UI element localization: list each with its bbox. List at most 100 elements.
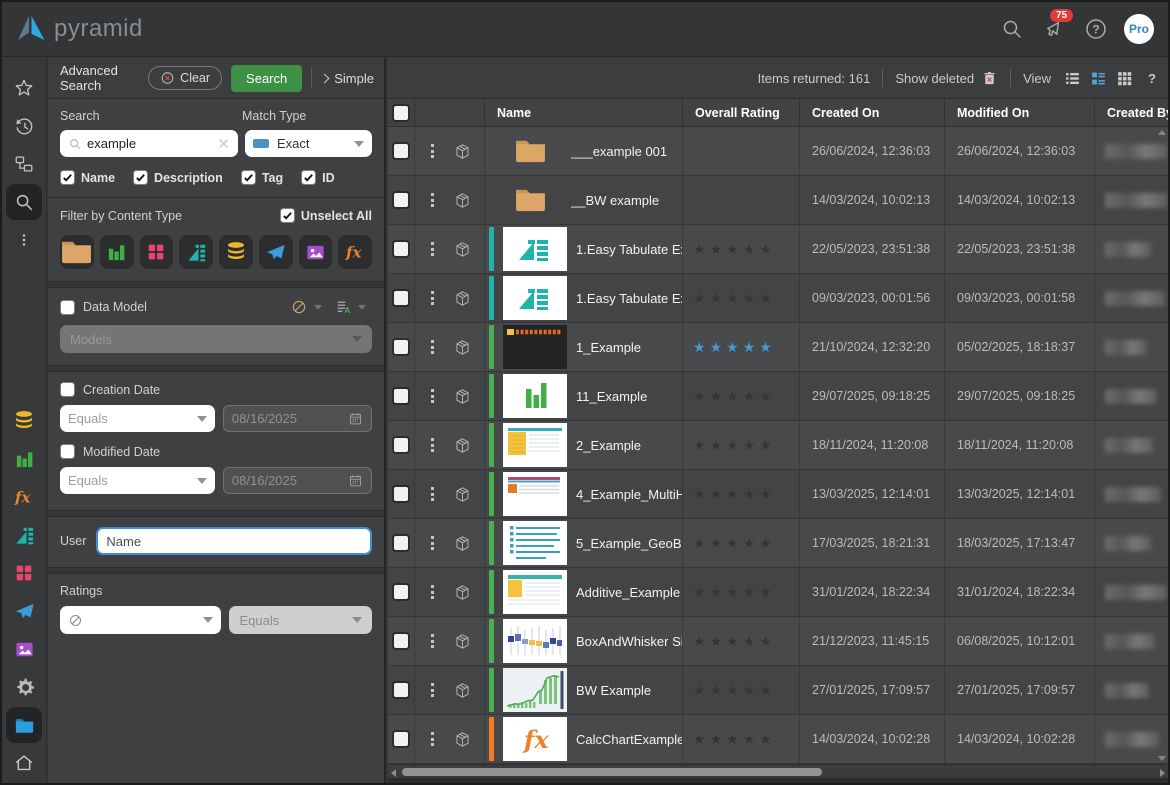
rail-item-bar-chart[interactable] (6, 441, 42, 477)
table-row[interactable]: ___example 001 26/06/2024, 12:36:03 26/0… (388, 127, 1168, 176)
cube-icon[interactable] (453, 730, 472, 749)
modified-date-checkbox[interactable] (60, 444, 75, 459)
clear-search-x-icon[interactable]: ✕ (217, 135, 230, 153)
table-row[interactable]: 1.Easy Tabulate Exam ★★★★★ 22/05/2023, 2… (388, 225, 1168, 274)
item-rating[interactable]: ★★★★★ (683, 470, 800, 518)
rail-item-grid[interactable] (6, 555, 42, 591)
field-checkbox-id[interactable]: ID (301, 170, 335, 185)
column-header-createdby[interactable]: Created By (1095, 99, 1168, 126)
row-checkbox[interactable] (392, 583, 410, 601)
content-type-image-button[interactable] (299, 235, 333, 269)
view-help[interactable]: ? (1148, 71, 1156, 86)
data-model-checkbox[interactable] (60, 300, 75, 315)
column-header-name[interactable]: Name (485, 99, 683, 126)
creation-date-checkbox[interactable] (60, 382, 75, 397)
table-row[interactable]: 1.Easy Tabulate Exam ★★★★★ 09/03/2023, 0… (388, 274, 1168, 323)
row-checkbox[interactable] (392, 191, 410, 209)
cube-icon[interactable] (453, 338, 472, 357)
item-rating[interactable]: ★★★★★ (683, 666, 800, 714)
row-menu-icon[interactable] (427, 630, 438, 652)
column-header-rating[interactable]: Overall Rating (683, 99, 800, 126)
clear-button[interactable]: Clear (148, 66, 222, 90)
row-checkbox[interactable] (392, 436, 410, 454)
chevron-down-icon[interactable] (314, 305, 322, 310)
rail-item-home[interactable] (6, 745, 42, 781)
scroll-up-arrow[interactable] (1158, 130, 1166, 135)
item-rating[interactable] (683, 127, 800, 175)
content-type-bar-chart-button[interactable] (100, 235, 134, 269)
cube-icon[interactable] (453, 436, 472, 455)
row-menu-icon[interactable] (427, 434, 438, 456)
table-row[interactable]: 4_Example_MultiHie ★★★★★ 13/03/2025, 12:… (388, 470, 1168, 519)
content-type-formula-button[interactable]: fx (338, 235, 372, 269)
cube-icon[interactable] (453, 534, 472, 553)
item-rating[interactable]: ★★★★★ (683, 225, 800, 273)
item-rating[interactable]: ★★★★★ (683, 617, 800, 665)
cube-icon[interactable] (453, 485, 472, 504)
search-button[interactable]: Search (231, 65, 302, 92)
row-checkbox[interactable] (392, 240, 410, 258)
rail-item-more[interactable] (6, 222, 42, 258)
table-row[interactable]: BoxAndWhisker Sim ★★★★★ 21/12/2023, 11:4… (388, 617, 1168, 666)
content-type-grid-button[interactable] (140, 235, 174, 269)
rail-item-paper-plane[interactable] (6, 593, 42, 629)
row-menu-icon[interactable] (427, 287, 438, 309)
horizontal-scroll-thumb[interactable] (402, 768, 822, 776)
grid-view-icon[interactable] (1115, 69, 1134, 88)
item-rating[interactable]: ★★★★★ (683, 323, 800, 371)
cube-icon[interactable] (453, 191, 472, 210)
column-header-modified[interactable]: Modified On (945, 99, 1095, 126)
item-rating[interactable]: ★★★★★ (683, 715, 800, 763)
table-row[interactable]: 11_Example ★★★★★ 29/07/2025, 09:18:25 29… (388, 372, 1168, 421)
horizontal-scrollbar[interactable] (388, 764, 1168, 778)
scroll-down-arrow[interactable] (1158, 756, 1166, 761)
column-header-created[interactable]: Created On (800, 99, 945, 126)
rail-item-tabulate[interactable] (6, 517, 42, 553)
ratings-operator-dropdown[interactable]: Equals (229, 606, 372, 634)
row-checkbox[interactable] (392, 485, 410, 503)
field-checkbox-name[interactable]: Name (60, 170, 115, 185)
row-checkbox[interactable] (392, 730, 410, 748)
notifications-icon[interactable]: 75 (1040, 15, 1068, 43)
row-checkbox[interactable] (392, 142, 410, 160)
content-type-database-button[interactable] (219, 235, 253, 269)
cube-icon[interactable] (453, 632, 472, 651)
help-icon[interactable]: ? (1082, 15, 1110, 43)
row-menu-icon[interactable] (427, 581, 438, 603)
row-menu-icon[interactable] (427, 140, 438, 162)
scroll-left-arrow[interactable] (391, 769, 396, 777)
row-checkbox[interactable] (392, 681, 410, 699)
row-menu-icon[interactable] (427, 728, 438, 750)
rail-item-folder-blue[interactable] (6, 707, 42, 743)
item-rating[interactable]: ★★★★★ (683, 568, 800, 616)
list-view-icon[interactable] (1063, 69, 1082, 88)
cube-icon[interactable] (453, 289, 472, 308)
table-row[interactable]: __BW example 14/03/2024, 10:02:13 14/03/… (388, 176, 1168, 225)
vertical-scrollbar[interactable] (1156, 127, 1168, 764)
rail-item-formula[interactable]: fx (6, 479, 42, 515)
detail-view-icon[interactable] (1089, 69, 1108, 88)
row-menu-icon[interactable] (427, 189, 438, 211)
rail-item-gear[interactable] (6, 669, 42, 705)
table-row[interactable]: Additive_Example ★★★★★ 31/01/2024, 18:22… (388, 568, 1168, 617)
row-menu-icon[interactable] (427, 336, 438, 358)
row-menu-icon[interactable] (427, 679, 438, 701)
cube-icon[interactable] (453, 681, 472, 700)
rail-item-star[interactable] (6, 70, 42, 106)
cube-icon[interactable] (453, 387, 472, 406)
modified-date-operator-dropdown[interactable]: Equals (60, 467, 215, 494)
rail-item-search[interactable] (6, 184, 42, 220)
field-checkbox-tag[interactable]: Tag (241, 170, 283, 185)
item-rating[interactable]: ★★★★★ (683, 274, 800, 322)
table-row[interactable]: 2_Example ★★★★★ 18/11/2024, 11:20:08 18/… (388, 421, 1168, 470)
global-search-icon[interactable] (998, 15, 1026, 43)
cube-icon[interactable] (453, 142, 472, 161)
row-menu-icon[interactable] (427, 385, 438, 407)
table-row[interactable]: BW Example ★★★★★ 27/01/2025, 17:09:57 27… (388, 666, 1168, 715)
item-rating[interactable] (683, 176, 800, 224)
modified-date-input[interactable]: 08/16/2025 (223, 467, 372, 494)
row-checkbox[interactable] (392, 289, 410, 307)
search-input[interactable] (87, 136, 212, 151)
item-rating[interactable]: ★★★★★ (683, 519, 800, 567)
rail-item-hierarchy[interactable] (6, 146, 42, 182)
